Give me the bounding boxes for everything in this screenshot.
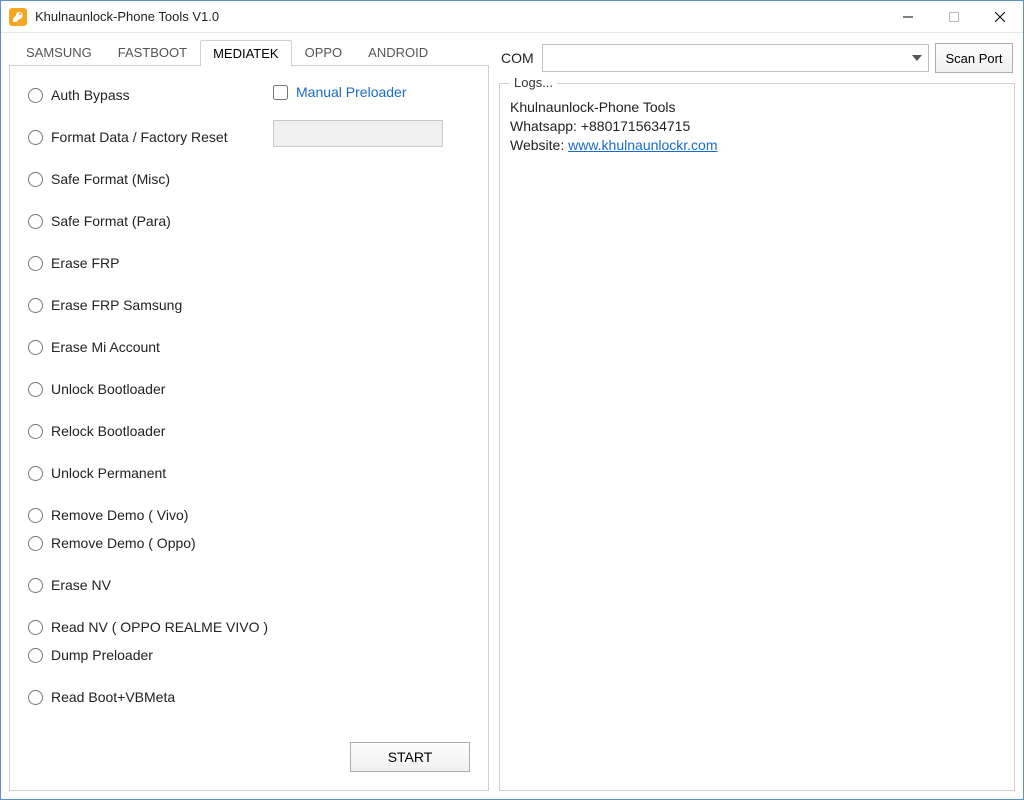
chevron-down-icon bbox=[912, 55, 922, 61]
tab-mediatek[interactable]: MEDIATEK bbox=[200, 40, 292, 66]
window-title: Khulnaunlock-Phone Tools V1.0 bbox=[35, 9, 885, 24]
radio-label: Safe Format (Para) bbox=[51, 213, 171, 229]
radio-remove-demo-oppo[interactable]: Remove Demo ( Oppo) bbox=[28, 532, 470, 554]
log-line: Website: www.khulnaunlockr.com bbox=[510, 136, 1004, 155]
radio-label: Remove Demo ( Vivo) bbox=[51, 507, 188, 523]
radio-read-nv[interactable]: Read NV ( OPPO REALME VIVO ) bbox=[28, 616, 470, 638]
titlebar: Khulnaunlock-Phone Tools V1.0 bbox=[1, 1, 1023, 33]
radio-erase-frp-samsung[interactable]: Erase FRP Samsung bbox=[28, 294, 470, 316]
maximize-button bbox=[931, 1, 977, 32]
app-window: Khulnaunlock-Phone Tools V1.0 SAMSUNG FA… bbox=[0, 0, 1024, 800]
tab-oppo[interactable]: OPPO bbox=[292, 39, 356, 65]
tab-bar: SAMSUNG FASTBOOT MEDIATEK OPPO ANDROID bbox=[9, 39, 489, 65]
preloader-file-input[interactable] bbox=[273, 120, 443, 147]
radio-label: Dump Preloader bbox=[51, 647, 153, 663]
radio-label: Erase FRP Samsung bbox=[51, 297, 182, 313]
radio-label: Read NV ( OPPO REALME VIVO ) bbox=[51, 619, 268, 635]
com-label: COM bbox=[501, 50, 534, 66]
radio-label: Relock Bootloader bbox=[51, 423, 165, 439]
radio-label: Erase NV bbox=[51, 577, 111, 593]
radio-unlock-bootloader[interactable]: Unlock Bootloader bbox=[28, 378, 470, 400]
radio-erase-frp[interactable]: Erase FRP bbox=[28, 252, 470, 274]
tab-samsung[interactable]: SAMSUNG bbox=[13, 39, 105, 65]
right-panel: COM Scan Port Logs... Khulnaunlock-Phone… bbox=[499, 39, 1015, 791]
log-legend: Logs... bbox=[510, 75, 557, 90]
radio-label: Unlock Bootloader bbox=[51, 381, 165, 397]
radio-label: Erase Mi Account bbox=[51, 339, 160, 355]
radio-remove-demo-vivo[interactable]: Remove Demo ( Vivo) bbox=[28, 504, 470, 526]
radio-read-boot-vbmeta[interactable]: Read Boot+VBMeta bbox=[28, 686, 470, 708]
log-content: Khulnaunlock-Phone Tools Whatsapp: +8801… bbox=[500, 84, 1014, 165]
radio-label: Auth Bypass bbox=[51, 87, 130, 103]
start-button[interactable]: START bbox=[350, 742, 470, 772]
radio-list: Auth Bypass Format Data / Factory Reset … bbox=[28, 84, 470, 708]
manual-preloader-checkbox[interactable]: Manual Preloader bbox=[273, 84, 407, 100]
website-link[interactable]: www.khulnaunlockr.com bbox=[568, 137, 717, 153]
log-line: Khulnaunlock-Phone Tools bbox=[510, 98, 1004, 117]
radio-erase-nv[interactable]: Erase NV bbox=[28, 574, 470, 596]
minimize-button[interactable] bbox=[885, 1, 931, 32]
radio-label: Read Boot+VBMeta bbox=[51, 689, 175, 705]
content-area: SAMSUNG FASTBOOT MEDIATEK OPPO ANDROID A… bbox=[1, 33, 1023, 799]
radio-relock-bootloader[interactable]: Relock Bootloader bbox=[28, 420, 470, 442]
radio-dump-preloader[interactable]: Dump Preloader bbox=[28, 644, 470, 666]
radio-unlock-permanent[interactable]: Unlock Permanent bbox=[28, 462, 470, 484]
left-panel: SAMSUNG FASTBOOT MEDIATEK OPPO ANDROID A… bbox=[9, 39, 489, 791]
window-buttons bbox=[885, 1, 1023, 32]
manual-preloader-label: Manual Preloader bbox=[296, 84, 407, 100]
close-button[interactable] bbox=[977, 1, 1023, 32]
radio-label: Erase FRP bbox=[51, 255, 119, 271]
tab-fastboot[interactable]: FASTBOOT bbox=[105, 39, 200, 65]
radio-safe-format-para[interactable]: Safe Format (Para) bbox=[28, 210, 470, 232]
scan-port-button[interactable]: Scan Port bbox=[935, 43, 1013, 73]
com-select[interactable] bbox=[542, 44, 929, 72]
tab-page-mediatek: Auth Bypass Format Data / Factory Reset … bbox=[9, 65, 489, 791]
app-icon bbox=[9, 8, 27, 26]
log-line: Whatsapp: +8801715634715 bbox=[510, 117, 1004, 136]
tab-android[interactable]: ANDROID bbox=[355, 39, 441, 65]
radio-erase-mi-account[interactable]: Erase Mi Account bbox=[28, 336, 470, 358]
radio-label: Remove Demo ( Oppo) bbox=[51, 535, 196, 551]
radio-label: Unlock Permanent bbox=[51, 465, 166, 481]
radio-label: Format Data / Factory Reset bbox=[51, 129, 228, 145]
radio-label: Safe Format (Misc) bbox=[51, 171, 170, 187]
log-box: Logs... Khulnaunlock-Phone Tools Whatsap… bbox=[499, 83, 1015, 791]
com-row: COM Scan Port bbox=[499, 39, 1015, 83]
radio-safe-format-misc[interactable]: Safe Format (Misc) bbox=[28, 168, 470, 190]
